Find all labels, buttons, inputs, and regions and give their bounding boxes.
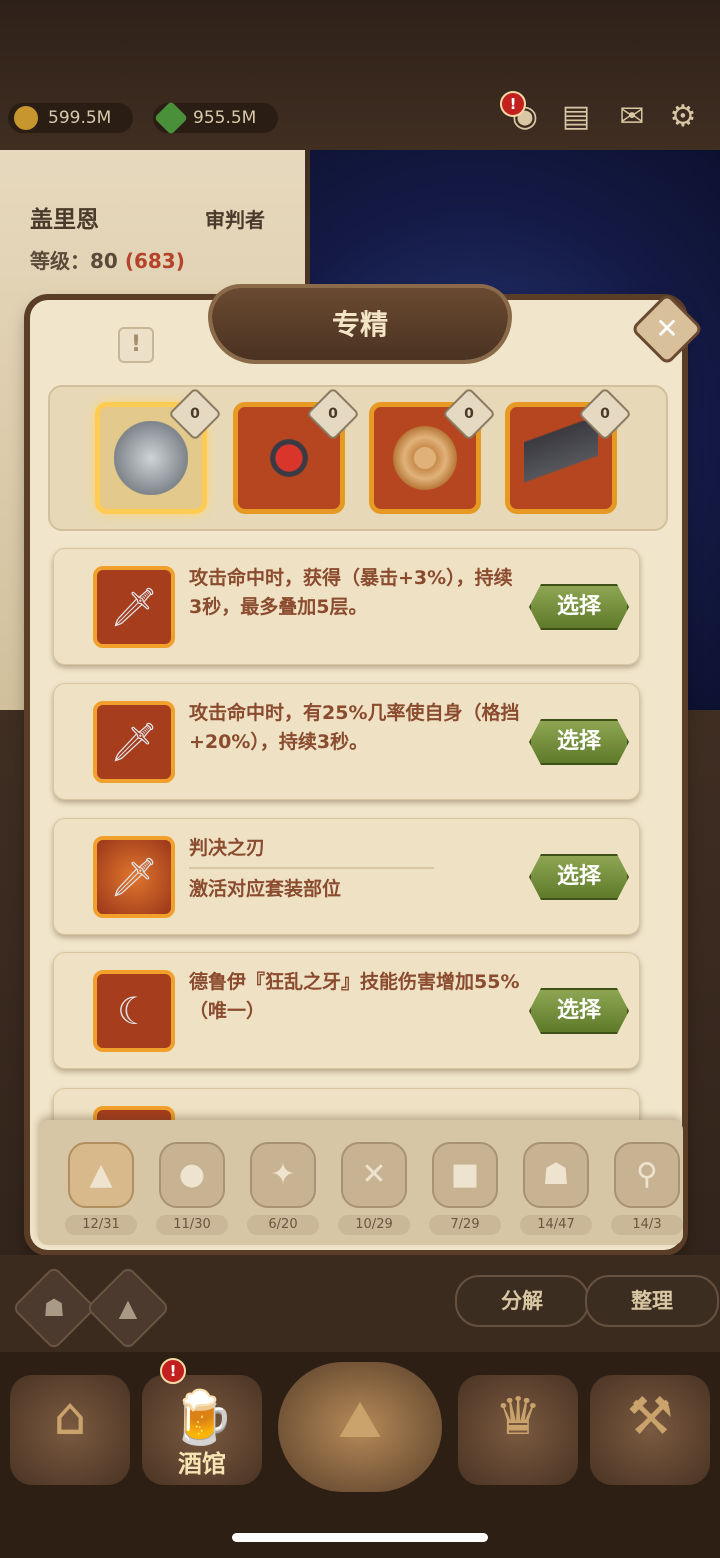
select-button[interactable]: 选择 [529, 719, 629, 765]
option-card-3: 🗡 判决之刃 激活对应套装部位 选择 [53, 818, 640, 935]
event-alert-badge: ! [500, 91, 526, 117]
option-title: 判决之刃 [189, 837, 266, 859]
top-resource-bar: 599.5M 955.5M ◉ ! ▤ ✉ ⚙ [0, 91, 720, 140]
option-icon-frame: 🗡 [93, 566, 175, 648]
slot-pendant[interactable]: 0 [369, 387, 496, 514]
hero-class: 审判者 [205, 208, 265, 232]
mail-icon[interactable]: ✉ [612, 97, 652, 137]
sword-icon: 🗡 [109, 720, 159, 764]
magnifier-filter-icon[interactable]: ⚲ [614, 1142, 680, 1208]
pendant-icon [388, 421, 462, 495]
shield-filter-icon[interactable]: ✕ [341, 1142, 407, 1208]
filter-count: 10/29 [338, 1215, 410, 1235]
hero-level: 等级：80 (683) [30, 245, 185, 274]
hero-level-label: 等级：80 [30, 249, 118, 273]
select-button[interactable]: 选择 [529, 854, 629, 900]
gem-icon [154, 101, 188, 135]
slot-boots[interactable]: 0 [505, 387, 632, 514]
nav-house[interactable]: ⌂ [10, 1375, 130, 1485]
equipment-slot-row: 0 0 0 0 [48, 385, 668, 531]
option-card-1: 🗡 攻击命中时，获得（暴击+3%），持续3秒，最多叠加5层。 选择 [53, 548, 640, 665]
hero-name: 盖里恩 [30, 207, 99, 233]
settings-gear-icon[interactable]: ⚙ [663, 97, 703, 137]
option-card-4: ☾ 德鲁伊『狂乱之牙』技能伤害增加55%（唯一） 选择 [53, 952, 640, 1069]
option-divider [189, 867, 434, 869]
select-button[interactable]: 选择 [529, 988, 629, 1034]
option-icon-frame: 🗡 [93, 701, 175, 783]
amulet-icon [252, 421, 326, 495]
tavern-mug-icon: 🍺 [169, 1388, 235, 1448]
slot-badge-text: 0 [600, 406, 610, 422]
filter-count: 14/47 [520, 1215, 592, 1235]
helmet-icon: ☗ [43, 1294, 65, 1322]
option-card-2: 🗡 攻击命中时，有25%几率使自身（格挡+20%），持续3秒。 选择 [53, 683, 640, 800]
crown-icon: ♛ [494, 1387, 542, 1447]
slot-badge-text: 0 [328, 406, 338, 422]
filter-count: 12/31 [65, 1215, 137, 1235]
adventure-portal-icon: ⛰ [338, 1390, 382, 1450]
book-filter-icon[interactable]: ■ [432, 1142, 498, 1208]
forge-cauldron-icon: ⚒ [626, 1387, 674, 1447]
nav-adventure[interactable]: ⛰ [278, 1362, 442, 1492]
tavern-alert-badge: ! [160, 1358, 186, 1384]
organize-button[interactable]: 整理 [585, 1275, 719, 1327]
gem-value: 955.5M [193, 108, 257, 128]
gold-coin-icon [14, 106, 38, 130]
info-button[interactable]: ! [118, 327, 154, 363]
home-indicator[interactable] [232, 1533, 488, 1542]
category-filter-bar: ▲ 12/31 ● 11/30 ✦ 6/20 ✕ 10/29 ■ 7/29 ☗ … [38, 1120, 683, 1245]
sword-filter-icon[interactable]: ✦ [250, 1142, 316, 1208]
slot-badge-text: 0 [464, 406, 474, 422]
hero-level-extra: (683) [124, 249, 185, 273]
close-icon: ✕ [655, 312, 679, 345]
gold-value: 599.5M [48, 108, 112, 128]
helmet-filter-icon[interactable]: ☗ [523, 1142, 589, 1208]
blade-icon: 🗡 [109, 855, 159, 899]
boot-filter-icon[interactable]: ▲ [68, 1142, 134, 1208]
nav-forge[interactable]: ⚒ [590, 1375, 710, 1485]
option-icon-frame: ☾ [93, 970, 175, 1052]
gold-counter: 599.5M [8, 103, 133, 133]
option-description: 攻击命中时，获得（暴击+3%），持续3秒，最多叠加5层。 [189, 567, 513, 618]
filter-count: 11/30 [156, 1215, 228, 1235]
meat-filter-icon[interactable]: ● [159, 1142, 225, 1208]
filter-count: 7/29 [429, 1215, 501, 1235]
panel-title: 专精 [331, 308, 388, 341]
filter-count: 14/3 [611, 1215, 683, 1235]
gem-counter: 955.5M [153, 101, 278, 135]
option-description: 德鲁伊『狂乱之牙』技能伤害增加55%（唯一） [189, 971, 520, 1022]
option-description: 攻击命中时，有25%几率使自身（格挡+20%），持续3秒。 [189, 702, 520, 753]
fang-blade-icon: ☾ [116, 989, 152, 1033]
filter-icon: ▲ [118, 1294, 138, 1322]
decompose-button[interactable]: 分解 [455, 1275, 589, 1327]
tavern-label: 酒馆 [178, 1450, 226, 1478]
option-icon-frame: 🗡 [93, 836, 175, 918]
gauntlet-icon [114, 421, 188, 495]
boots-icon [524, 421, 598, 495]
slot-amulet[interactable]: 0 [233, 387, 360, 514]
slot-badge-text: 0 [190, 406, 200, 422]
house-icon: ⌂ [53, 1387, 87, 1447]
filter-count: 6/20 [247, 1215, 319, 1235]
select-button[interactable]: 选择 [529, 584, 629, 630]
sword-icon: 🗡 [109, 585, 159, 629]
nav-crown[interactable]: ♛ [458, 1375, 578, 1485]
chat-icon[interactable]: ▤ [556, 97, 596, 137]
slot-gauntlet[interactable]: 0 [95, 387, 222, 514]
option-subtitle: 激活对应套装部位 [189, 878, 342, 900]
